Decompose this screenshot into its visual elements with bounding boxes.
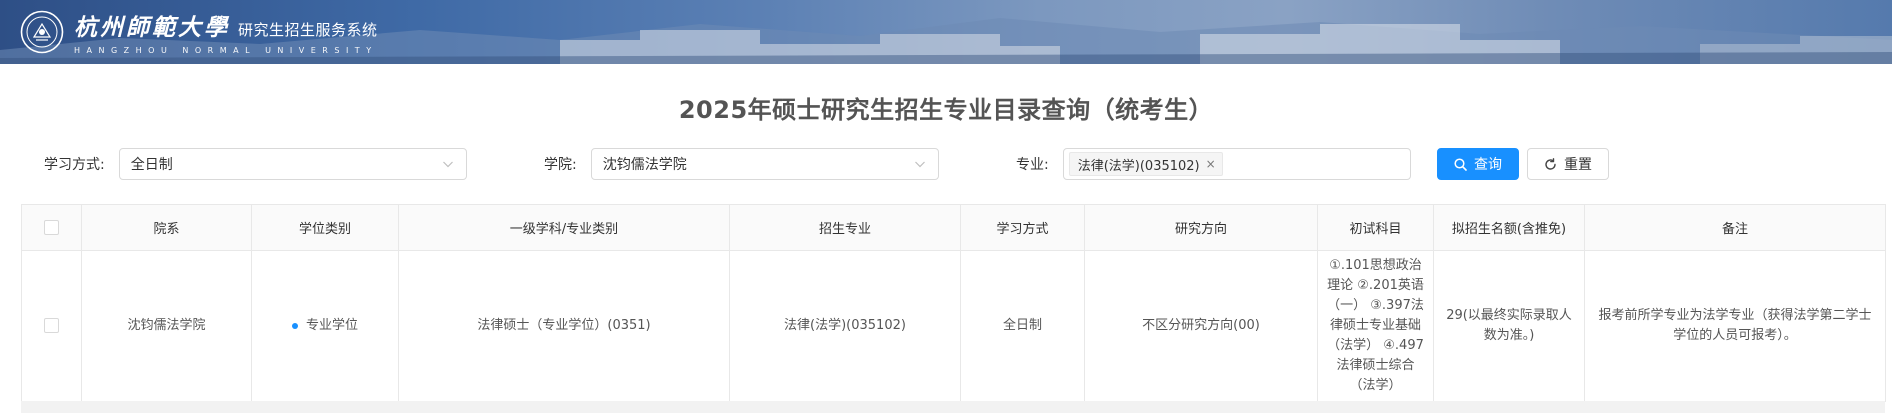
chevron-down-icon (914, 161, 925, 168)
cell-department: 沈钧儒法学院 (81, 250, 252, 402)
major-filter: 专业: 法律(法学)(035102) × (1016, 147, 1411, 181)
search-button[interactable]: 查询 (1437, 148, 1519, 180)
system-name: 研究生招生服务系统 (238, 21, 378, 39)
row-checkbox[interactable] (44, 318, 59, 333)
university-name-en: HANGZHOU NORMAL UNIVERSITY (74, 46, 378, 55)
header-exam-subjects: 初试科目 (1317, 204, 1434, 251)
cell-discipline: 法律硕士（专业学位）(0351) (398, 250, 730, 402)
header-remarks: 备注 (1584, 204, 1886, 251)
header-study-mode: 学习方式 (960, 204, 1085, 251)
university-seal-icon (20, 10, 64, 53)
university-logo[interactable]: 杭州師範大學 研究生招生服务系统 HANGZHOU NORMAL UNIVERS… (20, 8, 378, 55)
study-mode-select[interactable]: 全日制 (118, 148, 467, 180)
reload-icon (1545, 157, 1556, 170)
college-value: 沈钧儒法学院 (602, 157, 687, 173)
cell-study-mode: 全日制 (960, 250, 1085, 402)
page-title: 2025年硕士研究生招生专业目录查询（统考生） (678, 96, 1214, 124)
major-tag: 法律(法学)(035102) × (1068, 152, 1223, 176)
header-research-direction: 研究方向 (1084, 204, 1318, 251)
header-major: 招生专业 (729, 204, 961, 251)
university-name-cn: 杭州師範大學 (74, 14, 230, 41)
header-quota: 拟招生名额(含推免) (1433, 204, 1585, 251)
college-label: 学院: (544, 157, 577, 173)
tag-close-icon[interactable]: × (1206, 157, 1216, 171)
status-dot (291, 322, 298, 329)
college-filter: 学院: 沈钧儒法学院 (544, 147, 939, 181)
reset-button-label: 重置 (1564, 157, 1592, 173)
degree-type-text: 专业学位 (305, 318, 358, 333)
header-banner: 杭州師範大學 研究生招生服务系统 HANGZHOU NORMAL UNIVERS… (0, 0, 1892, 64)
search-button-label: 查询 (1474, 157, 1502, 173)
study-mode-filter: 学习方式: 全日制 (44, 147, 467, 181)
table-footer-strip (21, 401, 1885, 413)
select-all-checkbox[interactable] (44, 220, 59, 235)
major-label: 专业: (1016, 157, 1049, 173)
cell-major: 法律(法学)(035102) (729, 250, 961, 402)
results-table: 院系 学位类别 一级学科/专业类别 招生专业 学习方式 研究方向 初试科目 拟招… (21, 204, 1886, 402)
major-select[interactable]: 法律(法学)(035102) × (1062, 148, 1411, 180)
study-mode-value: 全日制 (130, 157, 173, 173)
header-degree-type: 学位类别 (251, 204, 399, 251)
cell-research-direction: 不区分研究方向(00) (1084, 250, 1318, 402)
reset-button[interactable]: 重置 (1527, 148, 1609, 180)
college-select[interactable]: 沈钧儒法学院 (590, 148, 939, 180)
header-discipline: 一级学科/专业类别 (398, 204, 730, 251)
table-header-row: 院系 学位类别 一级学科/专业类别 招生专业 学习方式 研究方向 初试科目 拟招… (21, 204, 1886, 251)
header-department: 院系 (81, 204, 252, 251)
chevron-down-icon (442, 161, 453, 168)
study-mode-label: 学习方式: (44, 157, 105, 173)
cell-exam-subjects: ①.101思想政治理论 ②.201英语（一） ③.397法律硕士专业基础（法学）… (1317, 250, 1434, 402)
cell-quota: 29(以最终实际录取人数为准。) (1433, 250, 1585, 402)
major-tag-label: 法律(法学)(035102) (1077, 158, 1200, 174)
row-select-cell (21, 250, 82, 402)
cell-degree-type: 专业学位 (251, 250, 399, 402)
search-icon (1454, 157, 1467, 171)
table-row[interactable]: 沈钧儒法学院 专业学位 法律硕士（专业学位）(0351) 法律(法学)(0351… (21, 250, 1886, 402)
select-all-cell (21, 204, 82, 251)
cell-remarks: 报考前所学专业为法学专业（获得法学第二学士学位的人员可报考）。 (1584, 250, 1886, 402)
